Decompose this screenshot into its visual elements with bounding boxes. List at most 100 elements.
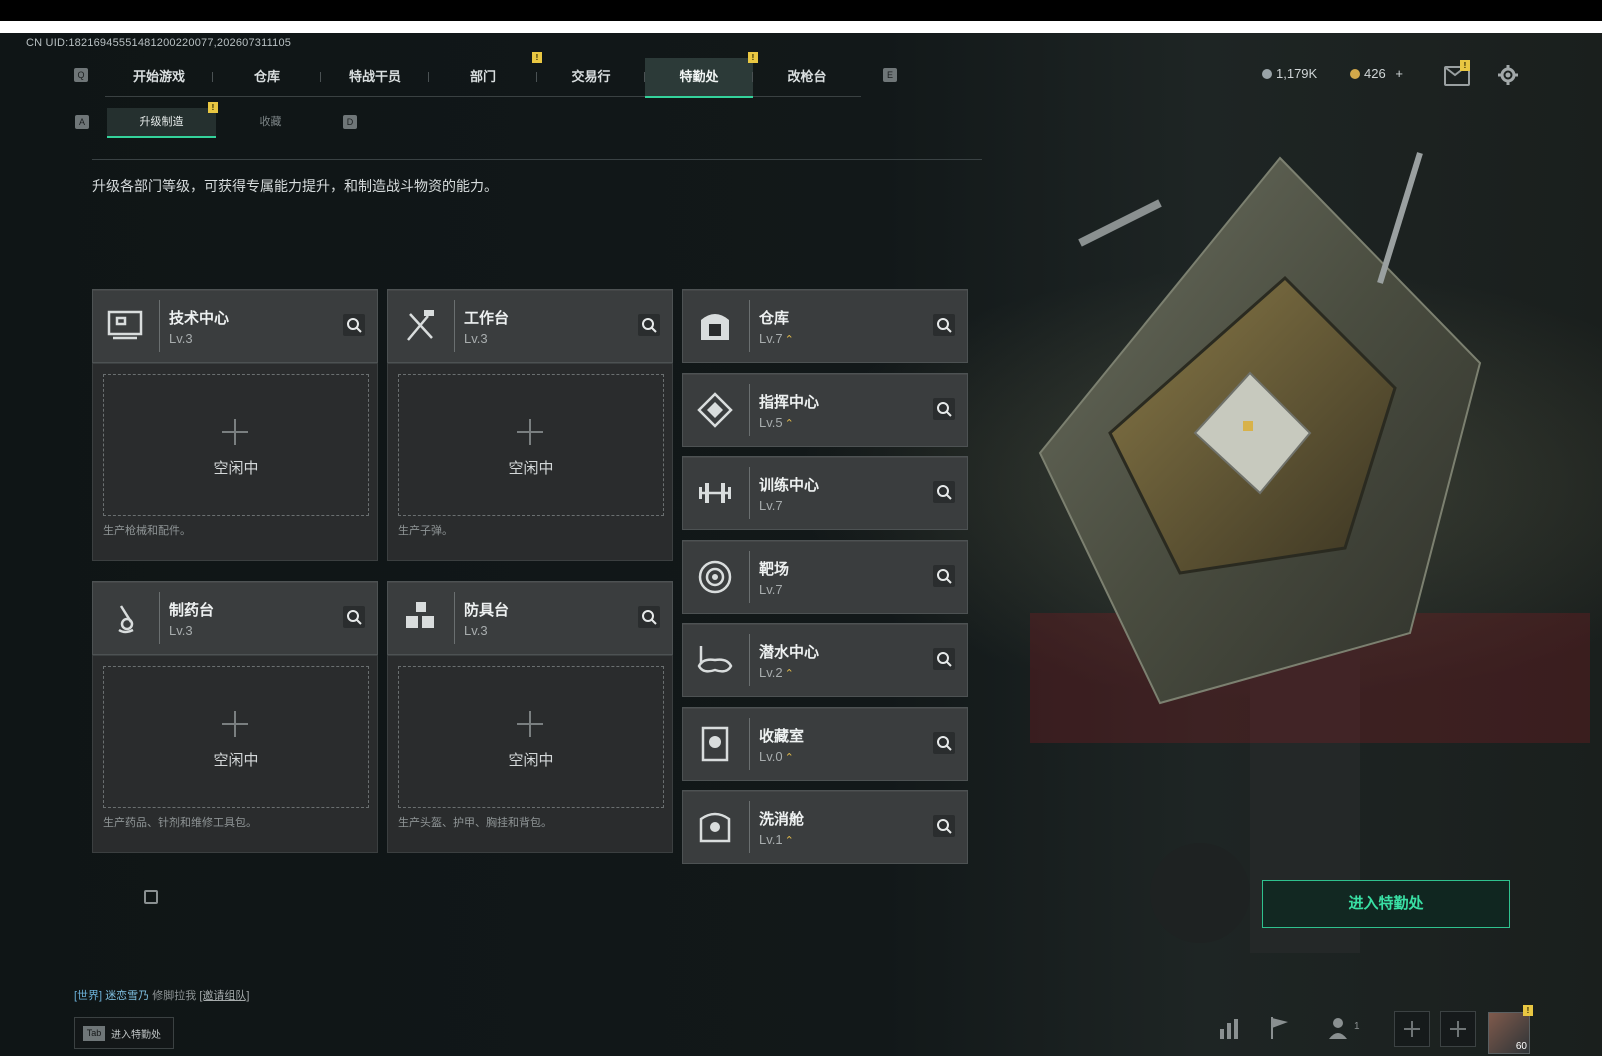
facility-card[interactable]: 靶场 Lv.7: [682, 539, 968, 614]
facility-card[interactable]: 指挥中心 Lv.5 ⌃: [682, 372, 968, 447]
subnav-tab-1[interactable]: 收藏: [216, 108, 325, 136]
workbench-card[interactable]: 制药台 Lv.3: [92, 581, 378, 655]
plus-icon: [222, 419, 248, 445]
workbench-card[interactable]: 工作台 Lv.3: [387, 289, 673, 363]
invite-team-link[interactable]: [邀请组队]: [199, 990, 249, 1002]
facility-name: 洗消舱: [759, 811, 805, 828]
mail-button[interactable]: !: [1444, 60, 1470, 86]
tools-icon: [398, 304, 442, 348]
subnav-tab-label: 升级制造: [139, 116, 184, 128]
workbench-card[interactable]: 防具台 Lv.3: [387, 581, 673, 655]
nav-tab-label: 特战干员: [348, 69, 401, 84]
subnav-prev-key[interactable]: A: [75, 115, 89, 129]
nav-tab-6[interactable]: 改枪台: [753, 58, 861, 97]
workbench-card[interactable]: 技术中心 Lv.3: [92, 289, 378, 363]
inspect-button[interactable]: [933, 564, 955, 587]
player-avatar[interactable]: ! 60: [1488, 1005, 1533, 1054]
magnifier-icon: [638, 610, 660, 631]
card-separator: [454, 300, 455, 352]
command-diamond-icon: [693, 388, 737, 432]
nav-tab-5[interactable]: 特勤处!: [645, 52, 758, 98]
nav-next-key[interactable]: E: [883, 68, 897, 82]
page-description: 升级各部门等级，可获得专属能力提升，和制造战斗物资的能力。: [92, 178, 498, 194]
microscope-icon: [103, 596, 147, 640]
inspect-button[interactable]: [933, 397, 955, 423]
enter-special-ops-button[interactable]: 进入特勤处: [1262, 880, 1510, 928]
inspect-button[interactable]: [638, 606, 660, 628]
facility-level-text: Lv.5: [759, 414, 783, 430]
magnifier-icon: [933, 401, 955, 423]
main-nav: 开始游戏 仓库 特战干员 部门! 交易行 特勤处! 改枪台: [105, 52, 861, 98]
gear-icon: [1498, 65, 1518, 85]
workbench-hint: 生产头盔、护甲、胸挂和背包。: [398, 817, 552, 829]
inspect-button[interactable]: [343, 314, 365, 336]
magnifier-icon: [638, 318, 660, 339]
workbench-name: 防具台: [464, 602, 510, 619]
magnifier-icon: [933, 735, 955, 757]
plus-icon: [1450, 1021, 1466, 1037]
lock-icon: [144, 890, 158, 904]
inspect-button[interactable]: [638, 314, 660, 336]
facility-card[interactable]: 潜水中心 Lv.2 ⌃: [682, 623, 968, 697]
facility-card[interactable]: 仓库 Lv.7 ⌃: [682, 289, 968, 363]
facility-level: Lv.7: [759, 582, 783, 597]
add-slot-button-1[interactable]: [1394, 1011, 1430, 1047]
facility-level-text: Lv.7: [759, 581, 783, 597]
workbench-level: Lv.3: [464, 331, 488, 346]
nav-tab-4[interactable]: 交易行: [537, 58, 645, 97]
flag-button[interactable]: [1262, 1011, 1296, 1045]
top-strip: [0, 21, 1602, 33]
nav-tab-2[interactable]: 特战干员: [321, 58, 429, 97]
inspect-button[interactable]: [933, 314, 955, 336]
nav-prev-key[interactable]: Q: [74, 68, 88, 82]
inspect-button[interactable]: [933, 481, 955, 503]
production-slot[interactable]: 空闲中: [103, 374, 369, 516]
chat-message: 修脚拉我: [152, 990, 197, 1002]
inspect-button[interactable]: [933, 648, 955, 670]
mail-badge: !: [1460, 60, 1470, 71]
tab-shortcut[interactable]: Tab 进入特勤处: [74, 1017, 174, 1049]
facility-level: Lv.7: [759, 498, 783, 513]
subnav-next-key[interactable]: D: [343, 115, 357, 129]
facility-name: 靶场: [759, 560, 790, 578]
sub-nav: 升级制造! 收藏: [107, 102, 325, 138]
production-slot[interactable]: 空闲中: [103, 666, 369, 808]
top-black-bar: [0, 0, 1602, 33]
workbench-production-panel: 空闲中 生产药品、针剂和维修工具包。: [92, 655, 378, 853]
settings-button[interactable]: [1497, 64, 1519, 86]
inspect-button[interactable]: [343, 606, 365, 628]
production-slot[interactable]: 空闲中: [398, 666, 664, 808]
nav-tab-label: 部门: [469, 69, 496, 84]
slot-status: 空闲中: [508, 752, 554, 769]
dumbbell-icon: [693, 471, 737, 515]
chat-channel[interactable]: [世界]: [74, 990, 102, 1002]
upgrade-arrow-icon: ⌃: [784, 334, 794, 346]
magnifier-icon: [933, 318, 955, 339]
facility-card[interactable]: 洗消舱 Lv.1 ⌃: [682, 790, 968, 864]
add-slot-button-2[interactable]: [1440, 1011, 1476, 1047]
nav-tab-1[interactable]: 仓库: [213, 58, 321, 97]
nav-tab-0[interactable]: 开始游戏: [105, 58, 213, 97]
plus-icon: [222, 711, 248, 737]
add-gold-button[interactable]: +: [1395, 66, 1403, 81]
upgrade-arrow-icon: ⌃: [784, 835, 794, 847]
facility-card[interactable]: 收藏室 Lv.0 ⌃: [682, 706, 968, 781]
nav-tab-label: 特勤处: [679, 69, 719, 84]
stats-button[interactable]: [1212, 1011, 1246, 1045]
workbench-hint: 生产枪械和配件。: [103, 525, 191, 537]
magnifier-icon: [933, 819, 955, 840]
silver-currency: 1,179K: [1262, 66, 1317, 81]
subnav-tab-0[interactable]: 升级制造!: [107, 102, 218, 138]
gold-currency[interactable]: 426 +: [1350, 66, 1403, 81]
inspect-button[interactable]: [933, 731, 955, 757]
nav-tab-3[interactable]: 部门!: [429, 52, 542, 97]
workbench-production-panel: 空闲中生产头盔、护甲、胸挂和背包。: [387, 655, 673, 853]
card-separator: [749, 634, 750, 686]
facility-level: Lv.1 ⌃: [759, 832, 794, 847]
squad-button[interactable]: 1: [1326, 1011, 1368, 1045]
facility-card[interactable]: 训练中心 Lv.7: [682, 456, 968, 530]
chat-user[interactable]: 迷恋雪乃: [105, 990, 149, 1002]
production-slot[interactable]: 空闲中: [398, 374, 664, 516]
inspect-button[interactable]: [933, 815, 955, 837]
header-divider: [92, 159, 982, 160]
